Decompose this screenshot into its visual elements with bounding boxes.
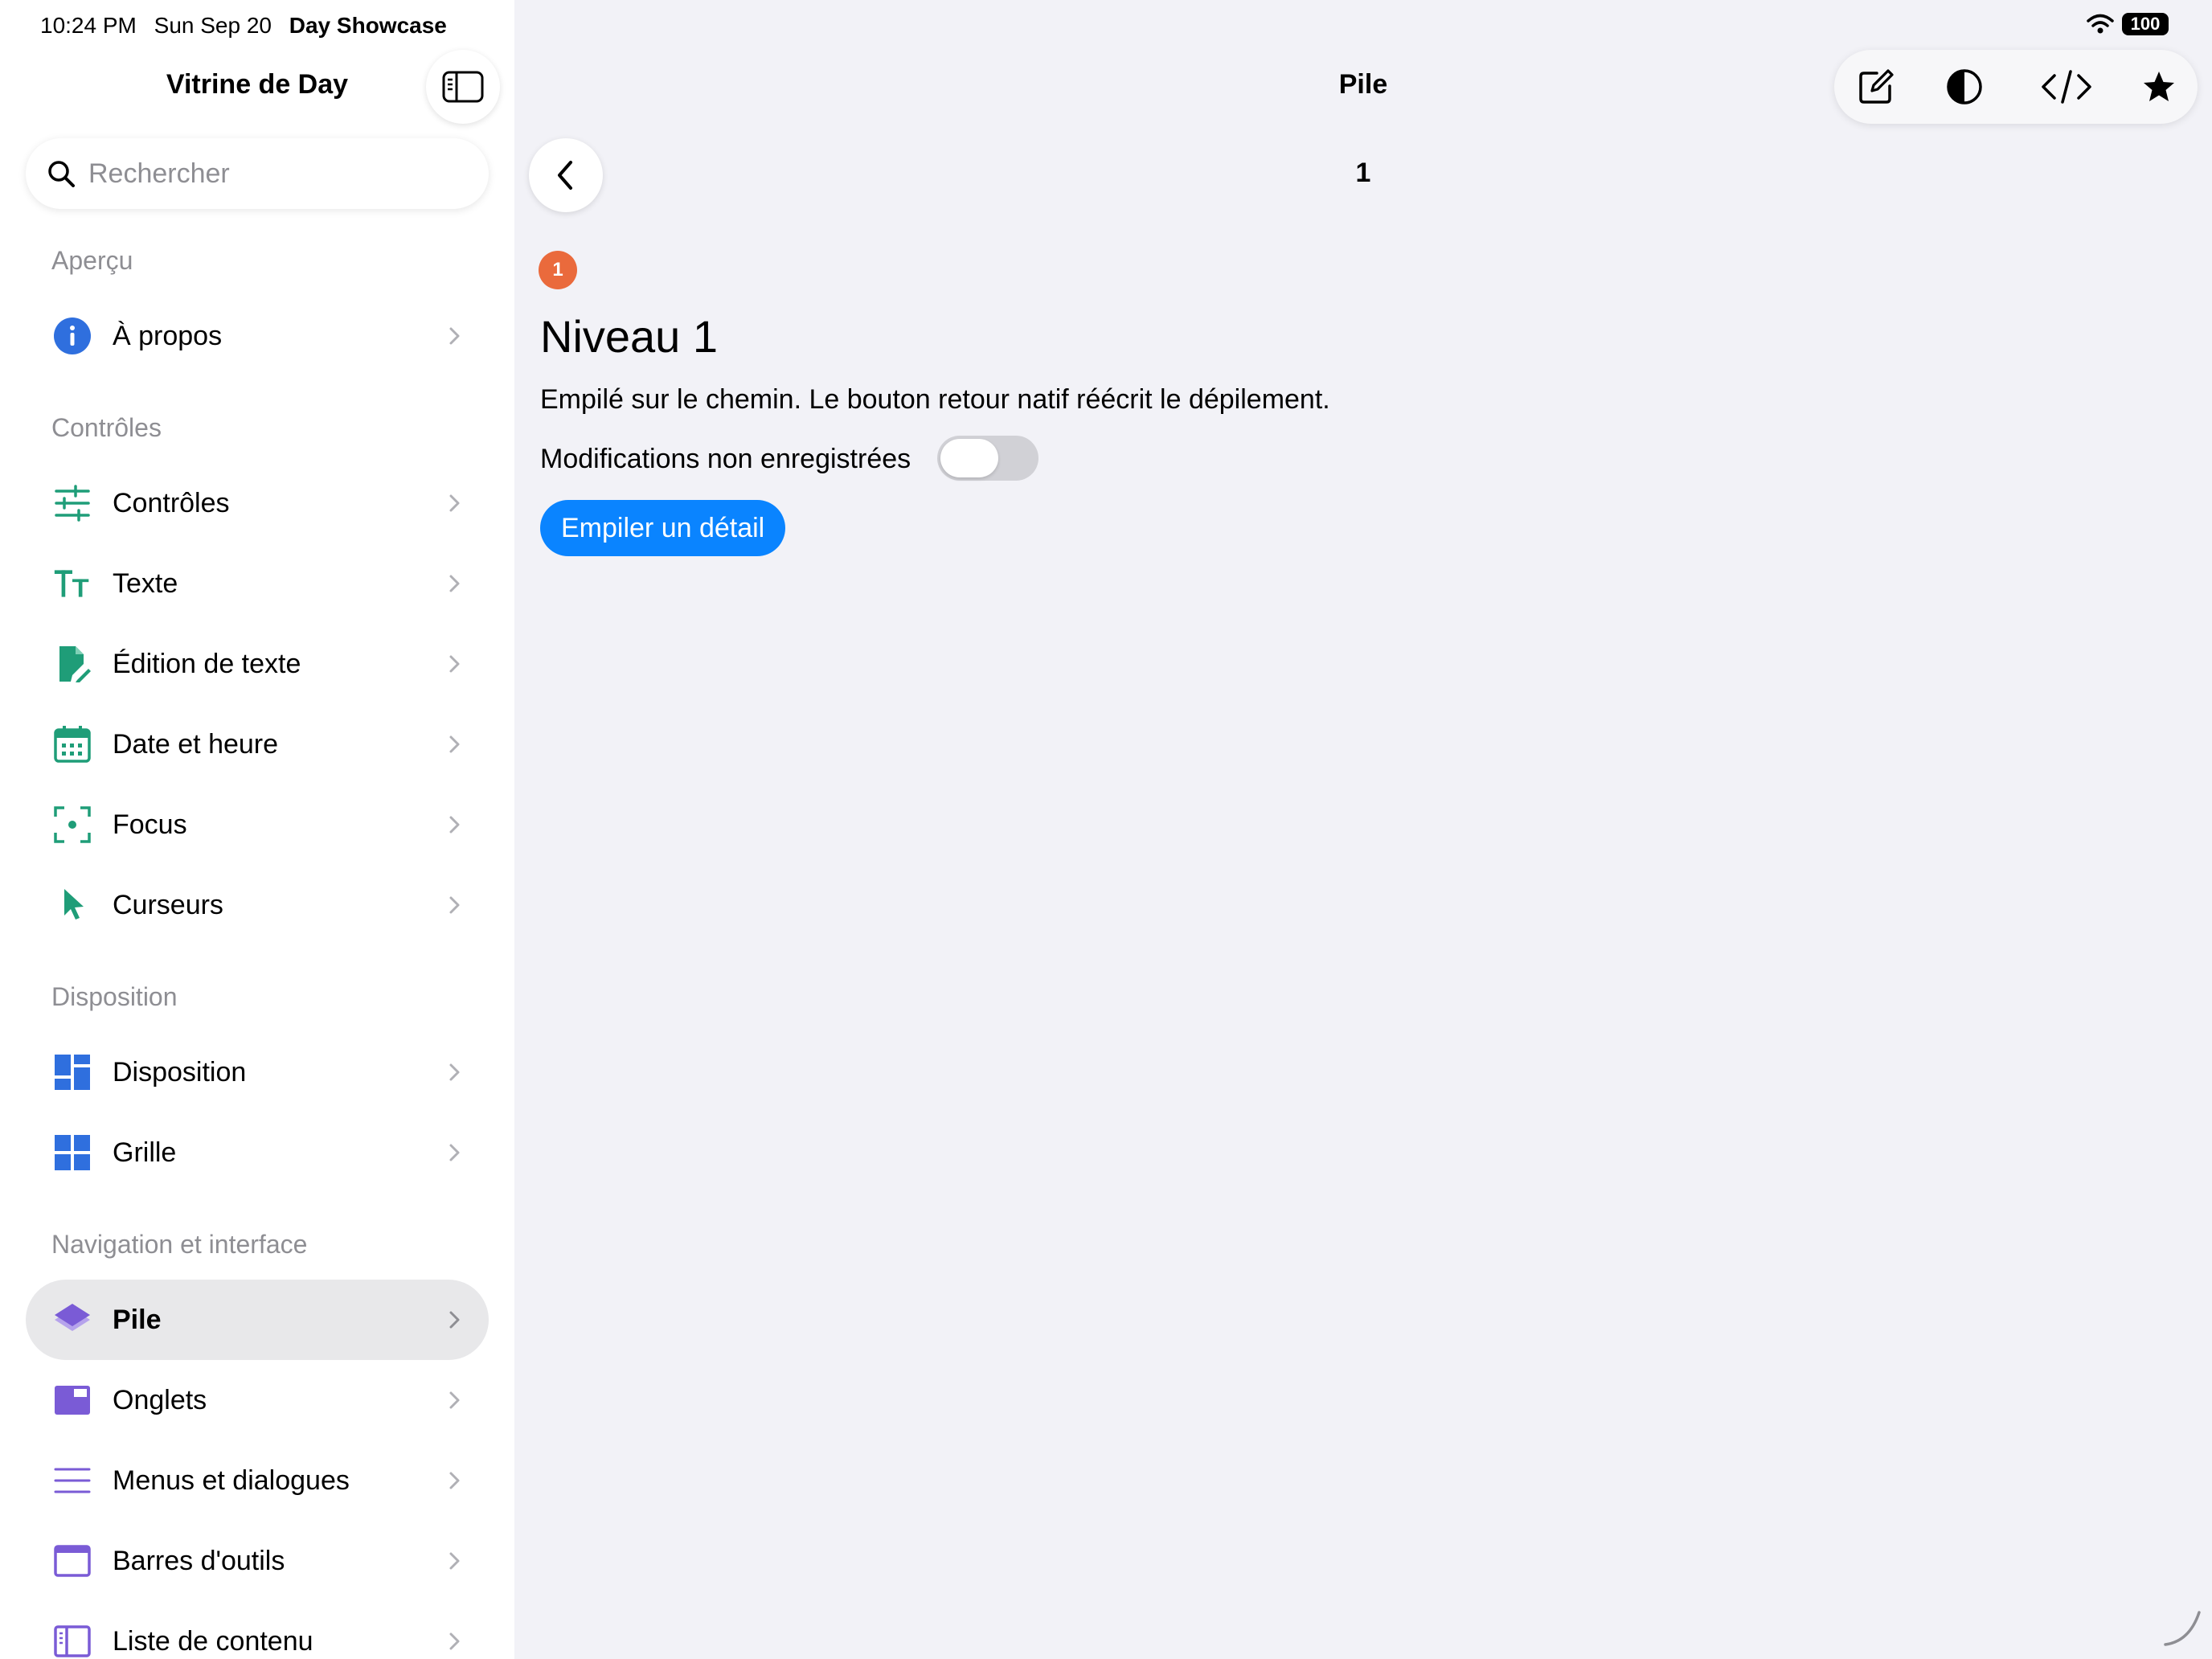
sidebar-item-label: Édition de texte: [113, 648, 301, 679]
sidebar-item-label: Contrôles: [113, 487, 230, 518]
chevron-right-icon: [449, 896, 460, 914]
sidebar-icon: [442, 71, 484, 103]
search-input[interactable]: [88, 158, 458, 190]
chevron-right-icon: [449, 1632, 460, 1650]
chevron-right-icon: [449, 1391, 460, 1409]
battery-indicator: 100: [2122, 13, 2169, 35]
source-code-button[interactable]: [2038, 66, 2095, 108]
search-icon: [48, 161, 75, 187]
sidebar-item-date-et-heure[interactable]: Date et heure: [26, 704, 489, 784]
sidebar-item-disposition[interactable]: Disposition: [26, 1032, 489, 1112]
level-heading: Niveau 1: [540, 311, 719, 362]
sidebar-item-barres-d-outils[interactable]: Barres d'outils: [26, 1521, 489, 1601]
section-header-controles: Contrôles: [51, 413, 162, 442]
compose-button[interactable]: [1855, 66, 1897, 108]
info-icon: [53, 317, 92, 355]
status-time: 10:24 PM: [40, 13, 137, 38]
code-icon: [2042, 70, 2091, 104]
chevron-right-icon: [449, 327, 460, 345]
wifi-icon: [2087, 14, 2114, 34]
star-icon: [2144, 72, 2174, 101]
status-date: Sun Sep 20: [154, 13, 272, 38]
sidebar: 10:24 PM Sun Sep 20 Day Showcase Vitrine…: [0, 0, 514, 1659]
status-bar-right: 100: [2087, 13, 2169, 35]
chevron-right-icon: [449, 655, 460, 673]
appearance-toggle-button[interactable]: [1944, 66, 1985, 108]
path-depth-label: 1: [1355, 158, 1371, 188]
sidebar-item-label: Liste de contenu: [113, 1625, 313, 1657]
chevron-right-icon: [449, 1063, 460, 1081]
unsaved-changes-toggle[interactable]: [937, 436, 1038, 481]
resize-corner-icon: [2164, 1611, 2201, 1646]
sidebar-item-edition-de-texte[interactable]: Édition de texte: [26, 624, 489, 704]
tabs-icon: [53, 1381, 92, 1419]
sidebar-item-controles[interactable]: Contrôles: [26, 463, 489, 543]
sidebar-item-label: Texte: [113, 567, 178, 599]
section-header-disposition: Disposition: [51, 982, 178, 1011]
sidebar-item-grille[interactable]: Grille: [26, 1112, 489, 1193]
push-detail-button[interactable]: Empiler un détail: [540, 500, 786, 556]
chevron-right-icon: [449, 816, 460, 834]
sidebar-item-label: Onglets: [113, 1384, 207, 1415]
section-header-navigation: Navigation et interface: [51, 1230, 308, 1259]
sidebar-item-label: Barres d'outils: [113, 1545, 285, 1576]
toggle-knob: [940, 439, 998, 477]
sidebar-item-onglets[interactable]: Onglets: [26, 1360, 489, 1440]
status-bar-left: 10:24 PM Sun Sep 20 Day Showcase: [40, 13, 458, 39]
sliders-icon: [53, 484, 92, 522]
level-description: Empilé sur le chemin. Le bouton retour n…: [540, 384, 1330, 415]
unsaved-changes-label: Modifications non enregistrées: [540, 444, 911, 474]
contrast-icon: [1947, 69, 1982, 104]
layout-icon: [53, 1053, 92, 1092]
chevron-right-icon: [449, 494, 460, 512]
sidebar-toggle-button[interactable]: [426, 50, 500, 124]
sidebar-item-pile[interactable]: Pile: [26, 1280, 489, 1360]
sidebar-item-label: Curseurs: [113, 889, 223, 920]
toolbar: [1834, 50, 2198, 124]
focus-icon: [53, 805, 92, 844]
sidebar-item-label: Date et heure: [113, 728, 279, 760]
calendar-icon: [53, 725, 92, 764]
text-size-icon: [53, 564, 92, 603]
grid-icon: [53, 1133, 92, 1172]
sidebar-item-texte[interactable]: Texte: [26, 543, 489, 624]
sidebar-item-focus[interactable]: Focus: [26, 784, 489, 865]
sidebar-item-curseurs[interactable]: Curseurs: [26, 865, 489, 945]
sidebar-item-label: À propos: [113, 320, 223, 351]
chevron-right-icon: [449, 1472, 460, 1489]
section-header-apercu: Aperçu: [51, 246, 133, 275]
split-view-icon: [53, 1622, 92, 1659]
sidebar-item-label: Menus et dialogues: [113, 1464, 350, 1496]
chevron-right-icon: [449, 1552, 460, 1570]
search-field[interactable]: [26, 138, 489, 209]
chevron-right-icon: [449, 575, 460, 592]
status-app-name: Day Showcase: [289, 13, 447, 38]
chevron-right-icon: [449, 1311, 460, 1329]
chevron-right-icon: [449, 1144, 460, 1161]
stack-icon: [53, 1301, 92, 1339]
compose-icon: [1859, 69, 1894, 104]
window-toolbar-icon: [53, 1542, 92, 1580]
sidebar-item-label: Pile: [113, 1304, 162, 1335]
sidebar-item-label: Disposition: [113, 1056, 247, 1088]
chevron-right-icon: [449, 735, 460, 753]
sidebar-item-liste-de-contenu[interactable]: Liste de contenu: [26, 1601, 489, 1659]
sidebar-item-label: Focus: [113, 809, 187, 840]
cursor-icon: [53, 886, 92, 924]
sidebar-item-label: Grille: [113, 1137, 177, 1168]
favorite-button[interactable]: [2138, 66, 2180, 108]
document-edit-icon: [53, 645, 92, 683]
menu-lines-icon: [53, 1461, 92, 1500]
level-badge: 1: [539, 251, 577, 289]
sidebar-item-menus-et-dialogues[interactable]: Menus et dialogues: [26, 1440, 489, 1521]
sidebar-item-a-propos[interactable]: À propos: [26, 296, 489, 376]
